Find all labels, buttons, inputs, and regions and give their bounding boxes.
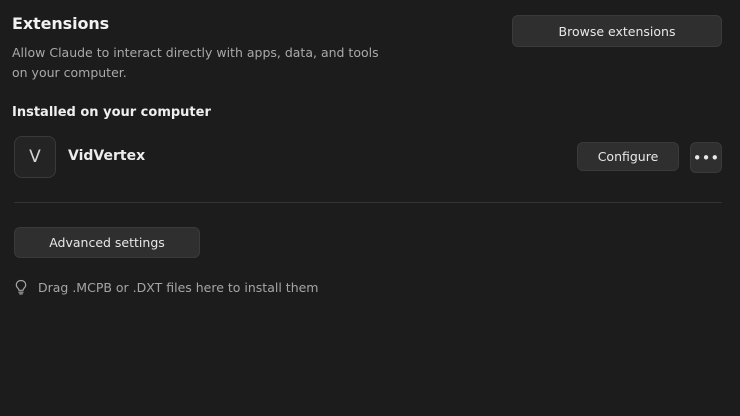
browse-extensions-button[interactable]: Browse extensions (512, 15, 722, 47)
more-options-button[interactable]: ••• (690, 142, 722, 173)
extension-avatar: V (14, 136, 56, 178)
configure-button[interactable]: Configure (577, 142, 679, 171)
hint-text: Drag .MCPB or .DXT files here to install… (38, 279, 319, 295)
page-title: Extensions (12, 14, 110, 33)
installed-section-title: Installed on your computer (12, 105, 211, 120)
extension-name: VidVertex (68, 148, 146, 164)
section-divider (14, 202, 722, 203)
lightbulb-icon (14, 279, 28, 295)
extension-row: V VidVertex Configure ••• (14, 136, 722, 178)
drag-install-hint: Drag .MCPB or .DXT files here to install… (14, 278, 318, 296)
advanced-settings-button[interactable]: Advanced settings (14, 227, 200, 258)
page-description: Allow Claude to interact directly with a… (12, 45, 379, 80)
